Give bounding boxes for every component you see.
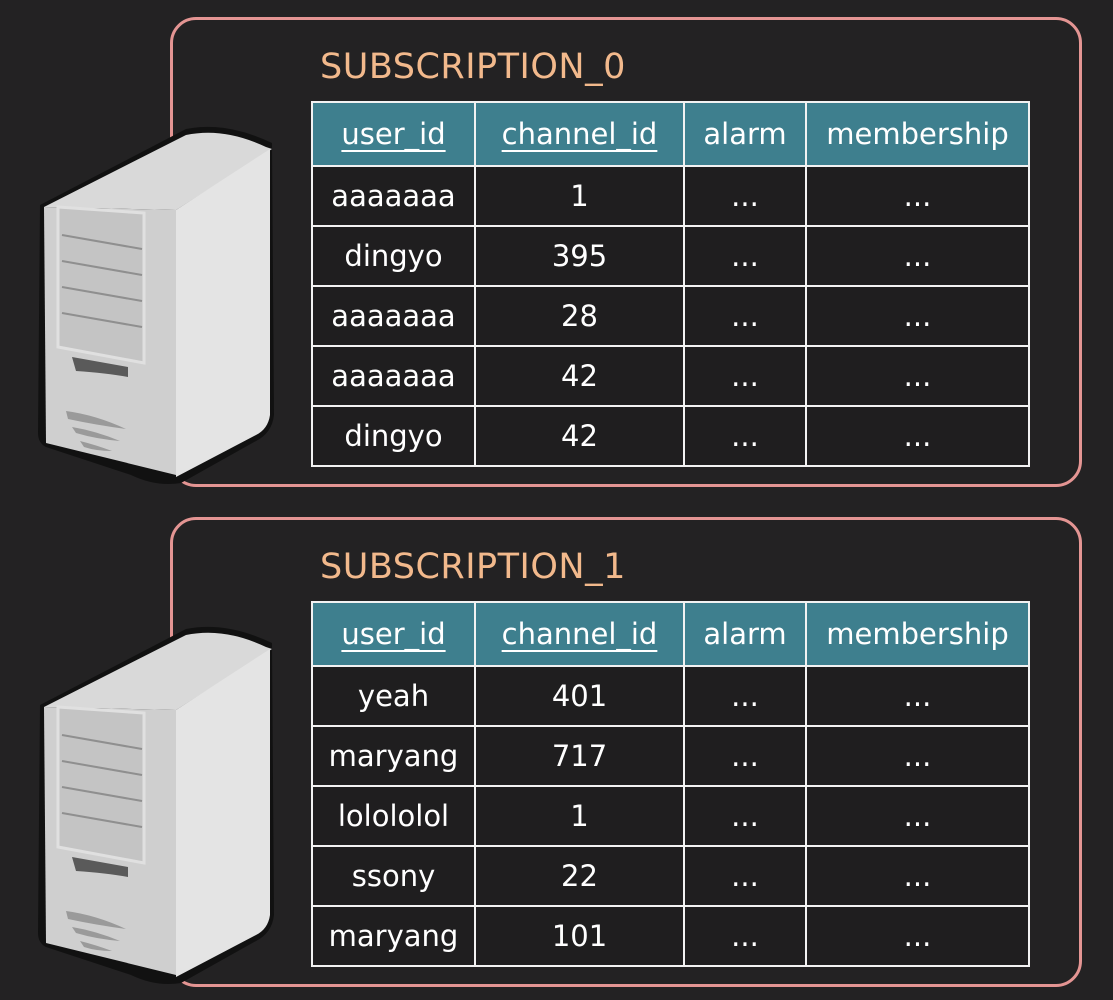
table-cell: dingyo: [311, 405, 476, 467]
table-cell: ...: [805, 905, 1030, 967]
table-cell: ...: [805, 225, 1030, 287]
subscription-table: user_id channel_id alarm membership aaaaaaa 1…: [311, 101, 1030, 467]
table-cell: maryang: [311, 725, 476, 787]
column-header: alarm: [683, 101, 807, 167]
table-cell: ...: [683, 665, 807, 727]
column-header: membership: [805, 101, 1030, 167]
column-header: membership: [805, 601, 1030, 667]
header-row: user_id channel_id alarm membership: [311, 601, 1030, 667]
table-row: aaaaaaa 28......: [311, 285, 1030, 347]
table-cell: ...: [683, 905, 807, 967]
table-cell: ...: [683, 845, 807, 907]
table-cell: 28: [474, 285, 685, 347]
table-cell: lolololol: [311, 785, 476, 847]
table-cell: ...: [683, 785, 807, 847]
table-cell: ...: [683, 405, 807, 467]
server-icon: [36, 115, 278, 487]
table-cell: 717: [474, 725, 685, 787]
table-cell: dingyo: [311, 225, 476, 287]
table-cell: ...: [805, 285, 1030, 347]
table-cell: 401: [474, 665, 685, 727]
table-cell: aaaaaaa: [311, 165, 476, 227]
table-cell: ...: [683, 285, 807, 347]
table-cell: ...: [683, 225, 807, 287]
table-cell: maryang: [311, 905, 476, 967]
table-cell: ...: [805, 405, 1030, 467]
table-cell: aaaaaaa: [311, 345, 476, 407]
column-header: user_id: [311, 601, 476, 667]
table-cell: ...: [805, 785, 1030, 847]
table-cell: 42: [474, 345, 685, 407]
column-header: channel_id: [474, 101, 685, 167]
table-cell: ...: [683, 165, 807, 227]
table-cell: aaaaaaa: [311, 285, 476, 347]
table-row: dingyo 42......: [311, 405, 1030, 467]
table-cell: ...: [805, 165, 1030, 227]
table-cell: ...: [683, 725, 807, 787]
table-row: maryang 717......: [311, 725, 1030, 787]
table-row: yeah 401......: [311, 665, 1030, 727]
table-row: ssony 22......: [311, 845, 1030, 907]
subscription-table: user_id channel_id alarm membership yeah 401.…: [311, 601, 1030, 967]
table-cell: ...: [805, 345, 1030, 407]
column-header: alarm: [683, 601, 807, 667]
table-cell: ...: [805, 725, 1030, 787]
table-row: dingyo 395......: [311, 225, 1030, 287]
header-row: user_id channel_id alarm membership: [311, 101, 1030, 167]
table-cell: 1: [474, 785, 685, 847]
shard-title: SUBSCRIPTION_0: [320, 47, 626, 87]
table-cell: yeah: [311, 665, 476, 727]
column-header: channel_id: [474, 601, 685, 667]
table-cell: ...: [805, 665, 1030, 727]
table-row: maryang 101......: [311, 905, 1030, 967]
table-cell: ...: [805, 845, 1030, 907]
server-icon: [36, 615, 278, 987]
table-cell: ssony: [311, 845, 476, 907]
table-row: lolololol 1......: [311, 785, 1030, 847]
table-row: aaaaaaa 1......: [311, 165, 1030, 227]
table-cell: 22: [474, 845, 685, 907]
table-cell: 395: [474, 225, 685, 287]
table-cell: ...: [683, 345, 807, 407]
column-header: user_id: [311, 101, 476, 167]
table-cell: 42: [474, 405, 685, 467]
shard-title: SUBSCRIPTION_1: [320, 547, 626, 587]
table-row: aaaaaaa 42......: [311, 345, 1030, 407]
table-cell: 1: [474, 165, 685, 227]
table-cell: 101: [474, 905, 685, 967]
